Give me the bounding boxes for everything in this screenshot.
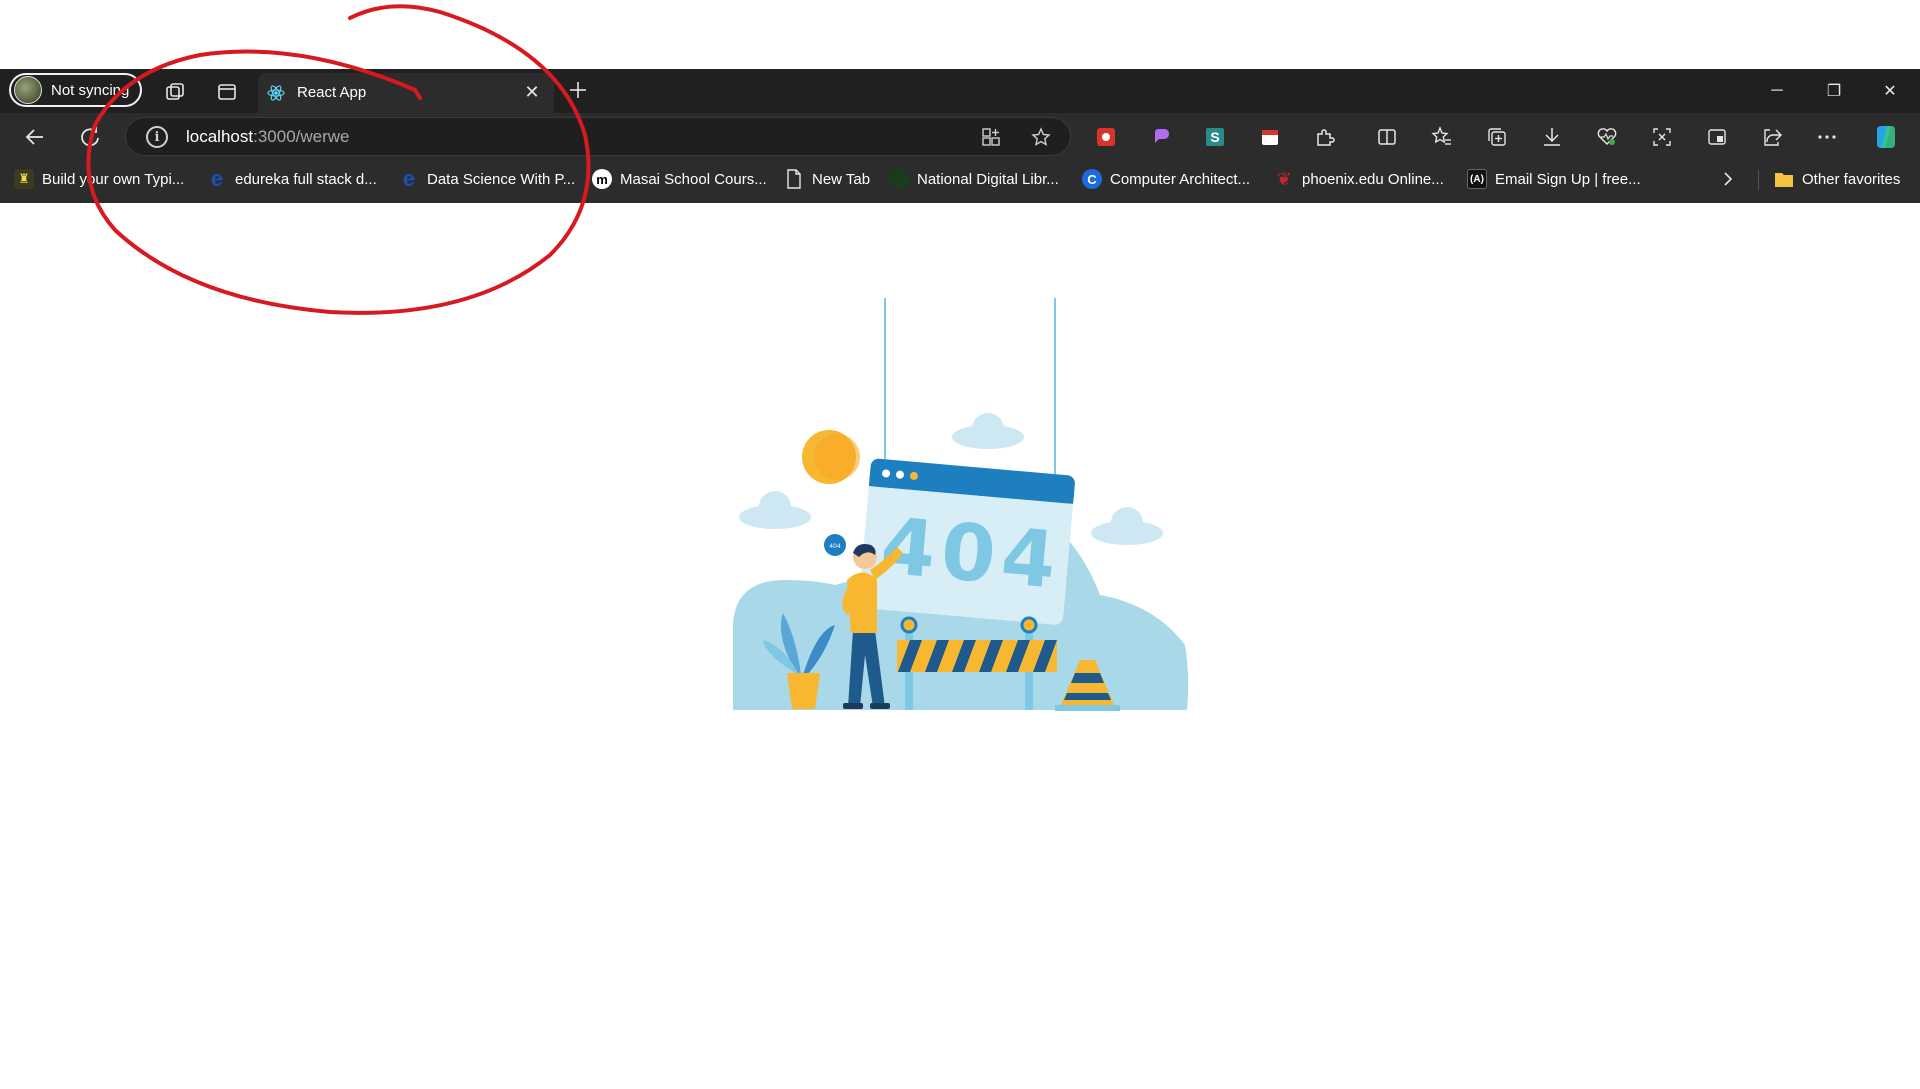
profile-button[interactable]: Not syncing	[9, 73, 142, 107]
url-host: localhost	[186, 127, 254, 146]
minimize-button[interactable]: ─	[1749, 73, 1805, 109]
phoenix-icon: ❦	[1276, 168, 1292, 189]
browser-essentials-icon[interactable]	[1594, 124, 1620, 150]
restore-button[interactable]: ❐	[1806, 73, 1862, 109]
favorite-item[interactable]: New Tab	[784, 167, 870, 191]
c-logo-icon: C	[1082, 169, 1102, 189]
collections-icon[interactable]	[1484, 124, 1510, 150]
favorite-label: Email Sign Up | free...	[1495, 170, 1641, 188]
speech-bubble-text: 404	[829, 543, 841, 550]
screenshot-icon[interactable]	[1649, 124, 1675, 150]
favorite-label: Data Science With P...	[427, 170, 576, 188]
url-path: :3000/werwe	[253, 127, 350, 146]
avatar	[14, 76, 42, 104]
close-window-button[interactable]: ✕	[1862, 73, 1918, 109]
favorite-label: phoenix.edu Online...	[1302, 170, 1444, 188]
tab-react-app[interactable]: React App ✕	[258, 73, 554, 113]
edureka-icon: e	[402, 166, 416, 191]
favorite-item[interactable]: National Digital Libr...	[889, 167, 1059, 191]
favorite-item[interactable]: C Computer Architect...	[1082, 167, 1250, 191]
not-found-illustration: 404 404	[733, 298, 1189, 711]
app-available-icon[interactable]	[979, 125, 1003, 149]
address-bar[interactable]: i localhost:3000/werwe	[125, 117, 1071, 156]
email-signup-icon: (A)	[1467, 169, 1487, 189]
ndl-icon	[889, 169, 909, 189]
tab-close-icon[interactable]: ✕	[520, 80, 544, 104]
more-options-icon[interactable]	[1814, 124, 1840, 150]
favorite-label: National Digital Libr...	[917, 170, 1059, 188]
other-favorites-label: Other favorites	[1802, 170, 1901, 188]
cloud	[1091, 507, 1163, 545]
react-icon	[266, 83, 286, 103]
svg-text:S: S	[1210, 129, 1219, 145]
tab-title: React App	[297, 84, 367, 101]
split-screen-icon[interactable]	[1374, 124, 1400, 150]
folder-icon	[1774, 169, 1794, 189]
cloud	[739, 491, 811, 529]
extension-s-icon[interactable]: S	[1202, 124, 1228, 150]
browser-window: Not syncing React App ✕ ─ ❐ ✕ i localhos…	[0, 0, 1920, 1089]
workspaces-icon[interactable]	[162, 79, 188, 105]
favorite-star-icon[interactable]	[1029, 125, 1053, 149]
favorite-label: edureka full stack d...	[235, 170, 377, 188]
favorite-item[interactable]: ❦ phoenix.edu Online...	[1274, 167, 1444, 191]
refresh-icon[interactable]	[76, 123, 104, 151]
new-tab-plus-icon[interactable]	[565, 77, 591, 103]
favorite-item[interactable]: ♜ Build your own Typi...	[14, 167, 184, 191]
masai-icon: m	[592, 169, 612, 189]
copilot-icon[interactable]	[1871, 122, 1901, 152]
favorite-item[interactable]: e edureka full stack d...	[207, 166, 377, 191]
cloud	[952, 413, 1024, 449]
edureka-icon: e	[210, 166, 224, 191]
favorite-item[interactable]: m Masai School Cours...	[592, 167, 767, 191]
extension-calendar-icon[interactable]	[1257, 124, 1283, 150]
extension-purple-icon[interactable]	[1148, 124, 1174, 150]
share-icon[interactable]	[1759, 124, 1785, 150]
back-arrow-icon[interactable]	[21, 123, 49, 151]
divider	[1758, 170, 1759, 190]
extensions-puzzle-icon[interactable]	[1312, 124, 1338, 150]
favorite-label: Computer Architect...	[1110, 170, 1251, 188]
downloads-icon[interactable]	[1539, 124, 1565, 150]
favorite-item[interactable]: e Data Science With P...	[399, 166, 576, 191]
typing-site-icon: ♜	[14, 169, 34, 189]
site-info-icon[interactable]: i	[146, 126, 168, 148]
favorite-label: Masai School Cours...	[620, 170, 767, 188]
favorite-label: New Tab	[812, 170, 871, 188]
profile-sync-status: Not syncing	[51, 81, 130, 99]
page-icon	[784, 169, 804, 189]
vertical-tabs-icon[interactable]	[214, 79, 240, 105]
favorites-icon[interactable]	[1429, 124, 1455, 150]
error-code: 404	[877, 501, 1065, 606]
error-sign-board: 404	[858, 458, 1075, 625]
favorite-label: Build your own Typi...	[42, 170, 185, 188]
extension-red-icon[interactable]	[1093, 124, 1119, 150]
favorite-item[interactable]: (A) Email Sign Up | free...	[1467, 167, 1641, 191]
chevron-right-icon[interactable]	[1716, 167, 1740, 191]
reading-view-icon[interactable]	[1704, 124, 1730, 150]
other-favorites-folder[interactable]: Other favorites	[1774, 167, 1900, 191]
url-text[interactable]: localhost:3000/werwe	[186, 127, 350, 147]
